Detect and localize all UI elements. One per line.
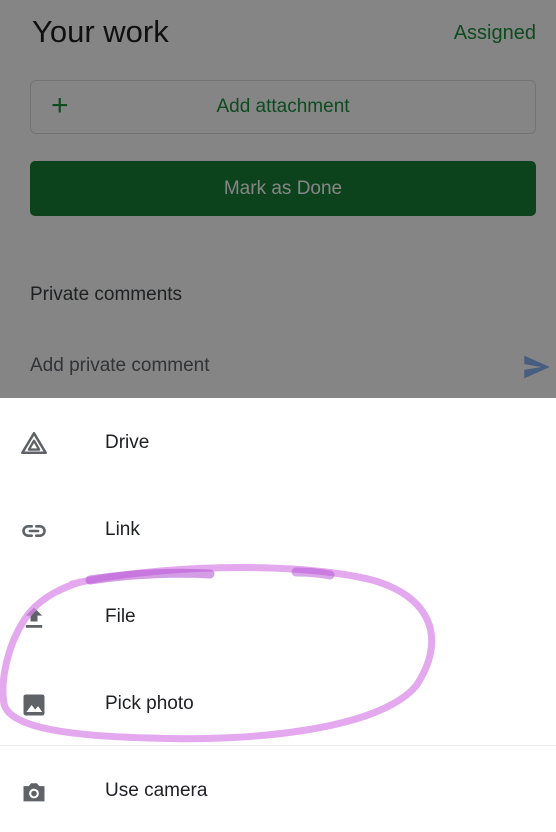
menu-item-label: Drive	[105, 432, 150, 453]
link-icon	[22, 525, 46, 537]
menu-divider	[0, 745, 556, 746]
menu-item-use-camera[interactable]: Use camera	[0, 752, 556, 832]
modal-scrim[interactable]	[0, 0, 556, 398]
image-icon	[23, 694, 45, 716]
menu-item-pick-photo[interactable]: Pick photo	[0, 665, 556, 745]
menu-item-file[interactable]: File	[0, 578, 556, 658]
drive-icon	[21, 431, 47, 455]
menu-item-drive[interactable]: Drive	[0, 404, 556, 484]
camera-icon	[23, 783, 45, 802]
upload-icon	[25, 607, 43, 628]
menu-item-label: File	[105, 606, 136, 627]
menu-item-link[interactable]: Link	[0, 491, 556, 571]
menu-item-label: Link	[105, 519, 140, 540]
menu-item-label: Use camera	[105, 780, 208, 801]
attachment-options-sheet: Drive Link File Pick photo Use camera	[0, 398, 556, 804]
menu-item-label: Pick photo	[105, 693, 194, 714]
